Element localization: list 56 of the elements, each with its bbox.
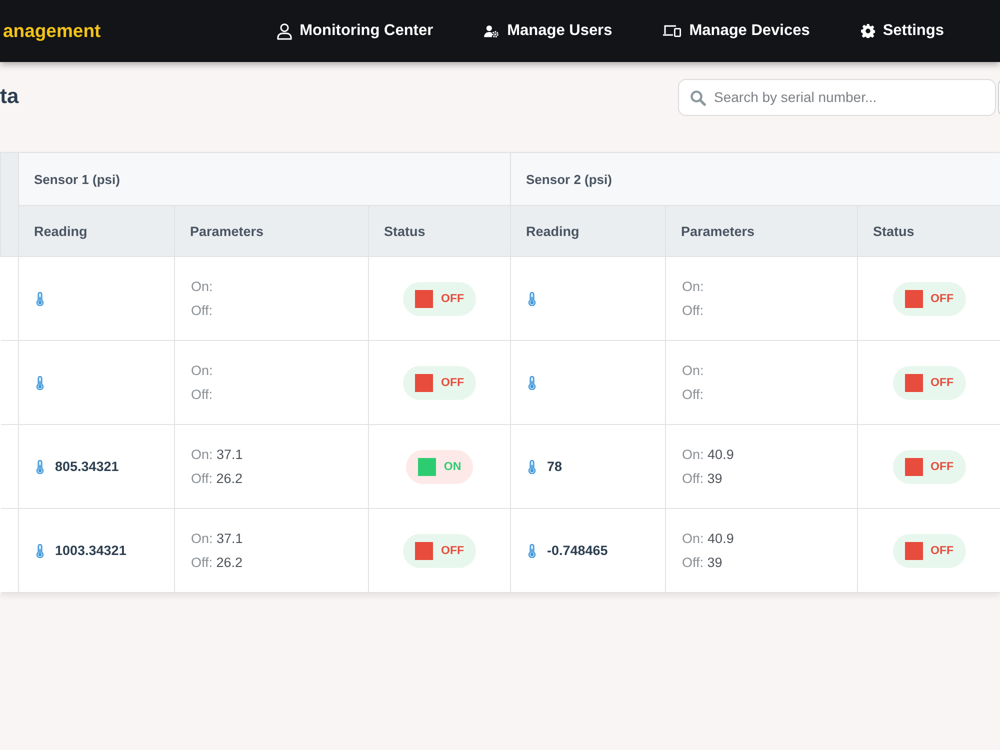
user-gear-icon: [484, 24, 500, 38]
status-badge: OFF: [403, 282, 476, 316]
thermometer-icon: [528, 292, 536, 306]
reading-value: -0.748465: [547, 543, 608, 558]
parameter-text: Off: 26.2: [191, 554, 243, 571]
parameter-text: Off:: [191, 386, 213, 403]
parameter-text: On:: [191, 362, 213, 379]
column-header: Parameters: [681, 224, 755, 238]
status-badge: OFF: [403, 534, 476, 568]
nav-link[interactable]: Monitoring Center: [276, 22, 434, 40]
column-header: Reading: [526, 224, 580, 238]
status-badge: OFF: [892, 534, 966, 568]
nav-link[interactable]: Manage Devices: [663, 22, 810, 40]
parameter-text: On:: [682, 362, 704, 379]
parameter-text: Off:: [682, 386, 704, 403]
group-header: Sensor 2 (psi): [526, 172, 612, 186]
reading-value: 78: [547, 459, 562, 474]
thermometer-icon: [528, 376, 536, 390]
thermometer-icon: [528, 460, 536, 474]
parameter-text: On: 37.1: [191, 446, 243, 463]
parameter-text: On:: [682, 278, 704, 295]
parameter-text: Off:: [682, 302, 704, 319]
reading-value: 805.34321: [55, 459, 119, 474]
parameter-text: On:: [191, 278, 213, 295]
thermometer-icon: [528, 544, 536, 558]
parameter-text: Off: 39: [682, 470, 722, 487]
parameter-text: On: 40.9: [682, 446, 734, 463]
parameter-text: Off:: [191, 302, 213, 319]
status-badge: OFF: [892, 366, 966, 400]
column-header: Reading: [34, 224, 88, 238]
reading-value: 1003.34321: [55, 543, 126, 558]
devices-icon: [663, 24, 682, 38]
page-title: ta: [0, 85, 19, 109]
parameter-text: On: 37.1: [191, 530, 243, 547]
brand-title: anagement: [2, 20, 101, 42]
status-badge: OFF: [892, 282, 966, 316]
nav-link[interactable]: Manage Users: [484, 22, 612, 40]
person-icon: [276, 22, 292, 40]
parameter-text: Off: 26.2: [191, 470, 243, 487]
settings-icon: [860, 24, 875, 38]
nav-link[interactable]: Settings: [860, 22, 944, 40]
search-icon: [690, 90, 706, 106]
column-header: Status: [873, 224, 914, 238]
thermometer-icon: [36, 292, 44, 306]
group-header: Sensor 1 (psi): [34, 172, 120, 186]
thermometer-icon: [36, 544, 44, 558]
parameter-text: Off: 39: [682, 554, 722, 571]
column-header: Status: [384, 224, 426, 238]
thermometer-icon: [36, 460, 44, 474]
thermometer-icon: [36, 376, 44, 390]
status-badge: OFF: [892, 450, 966, 484]
status-badge: OFF: [403, 366, 476, 400]
status-badge: ON: [406, 450, 474, 484]
search-field[interactable]: Search by serial number...: [678, 78, 996, 116]
parameter-text: On: 40.9: [682, 530, 734, 547]
column-header: Parameters: [190, 224, 264, 238]
